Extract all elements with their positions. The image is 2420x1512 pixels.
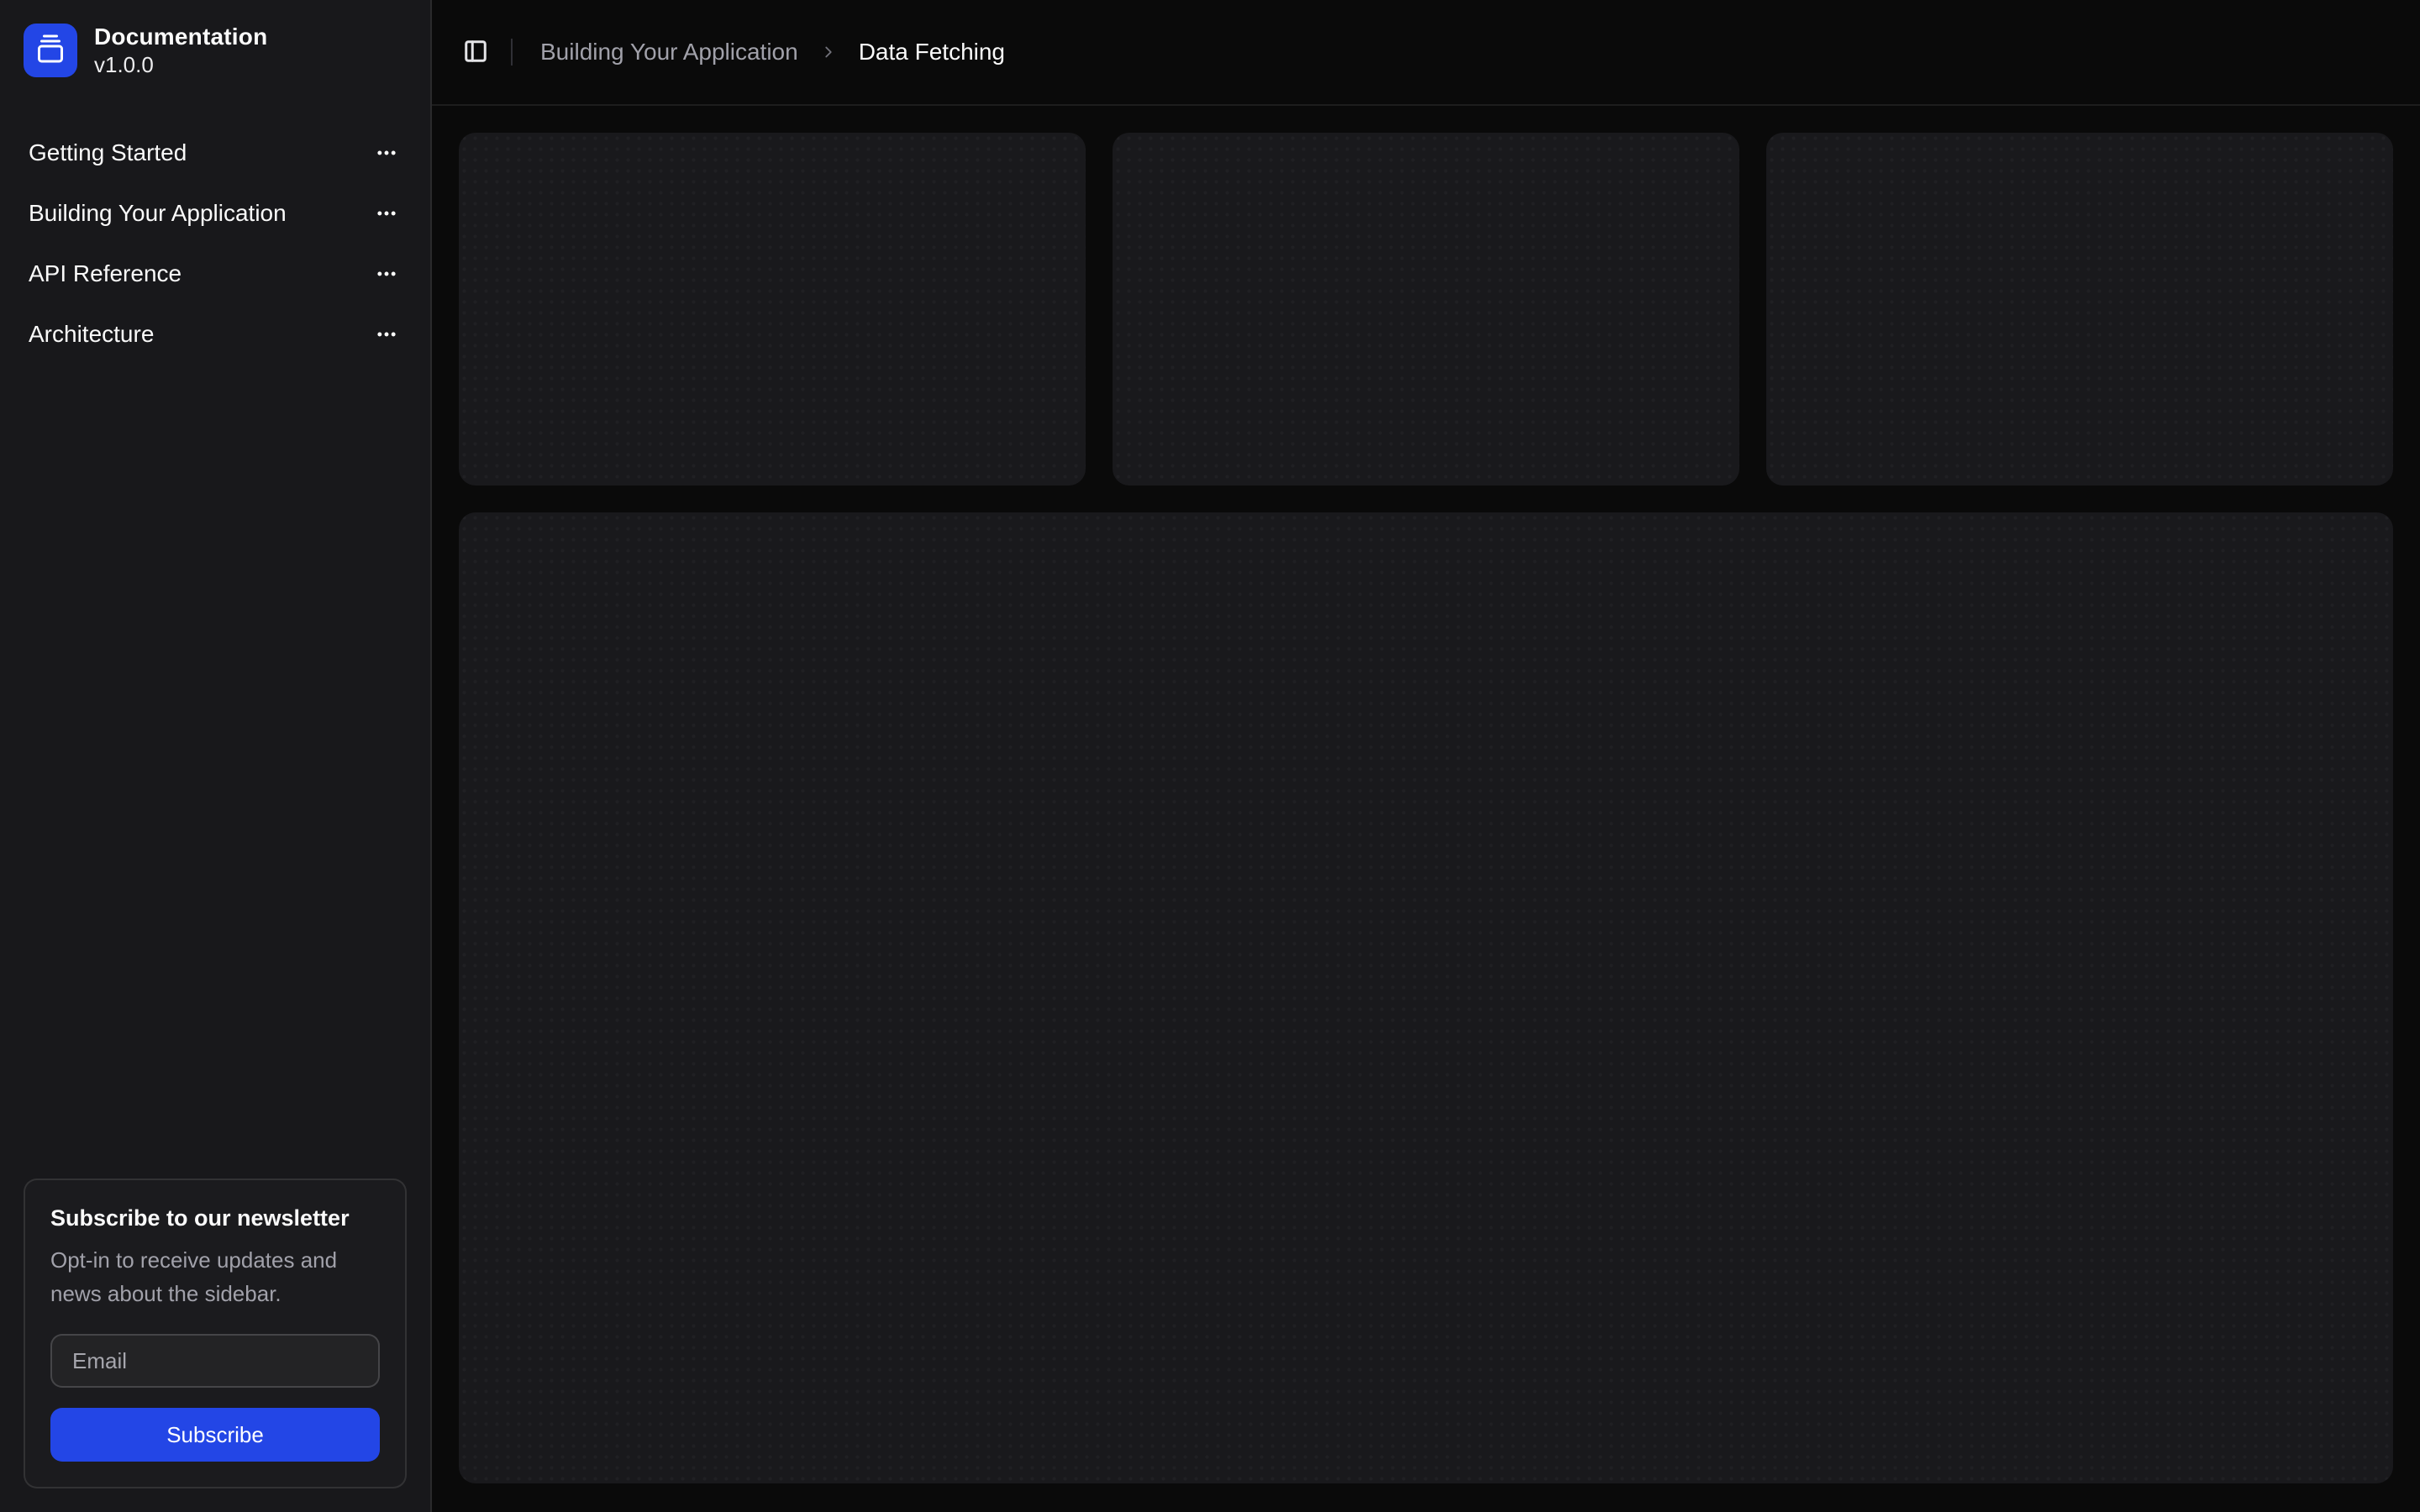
subscribe-button[interactable]: Subscribe bbox=[50, 1408, 380, 1462]
ellipsis-icon[interactable] bbox=[371, 198, 402, 228]
breadcrumb-parent-link[interactable]: Building Your Application bbox=[540, 39, 798, 66]
placeholder-card bbox=[1766, 133, 2393, 486]
main-header: Building Your Application Data Fetching bbox=[432, 0, 2420, 106]
sidebar-app-button[interactable]: Documentation v1.0.0 bbox=[13, 13, 417, 87]
placeholder-panel bbox=[459, 512, 2393, 1483]
breadcrumb: Building Your Application Data Fetching bbox=[540, 39, 1005, 66]
ellipsis-icon[interactable] bbox=[371, 138, 402, 168]
gallery-vertical-end-icon bbox=[35, 34, 66, 68]
chevron-right-icon bbox=[819, 43, 838, 61]
sidebar-footer: Subscribe to our newsletter Opt-in to re… bbox=[13, 1179, 417, 1499]
sidebar-toggle-button[interactable] bbox=[452, 29, 499, 76]
app-title: Documentation bbox=[94, 25, 267, 49]
sidebar-app-title-block: Documentation v1.0.0 bbox=[94, 25, 267, 76]
newsletter-description: Opt-in to receive updates and news about… bbox=[50, 1243, 380, 1310]
sidebar-item-label: Building Your Application bbox=[29, 200, 287, 227]
ellipsis-icon[interactable] bbox=[371, 319, 402, 349]
header-separator bbox=[511, 39, 513, 66]
app-root: Documentation v1.0.0 Getting Started Bui… bbox=[0, 0, 2420, 1512]
placeholder-cards-row bbox=[459, 133, 2393, 486]
sidebar-item-getting-started[interactable]: Getting Started bbox=[13, 126, 417, 180]
newsletter-card: Subscribe to our newsletter Opt-in to re… bbox=[24, 1179, 407, 1488]
sidebar-item-api-reference[interactable]: API Reference bbox=[13, 247, 417, 301]
sidebar-item-label: Getting Started bbox=[29, 139, 187, 166]
sidebar-item-label: Architecture bbox=[29, 321, 154, 348]
sidebar-item-label: API Reference bbox=[29, 260, 182, 287]
page-content bbox=[432, 106, 2420, 1512]
sidebar-menu: Getting Started Building Your Applicatio… bbox=[13, 126, 417, 361]
main-area: Building Your Application Data Fetching bbox=[432, 0, 2420, 1512]
app-logo bbox=[24, 24, 77, 77]
placeholder-card bbox=[459, 133, 1086, 486]
sidebar-item-building-your-application[interactable]: Building Your Application bbox=[13, 186, 417, 240]
panel-left-icon bbox=[463, 39, 488, 66]
app-version: v1.0.0 bbox=[94, 54, 267, 76]
breadcrumb-current-page: Data Fetching bbox=[859, 39, 1005, 66]
sidebar: Documentation v1.0.0 Getting Started Bui… bbox=[0, 0, 432, 1512]
ellipsis-icon[interactable] bbox=[371, 259, 402, 289]
sidebar-item-architecture[interactable]: Architecture bbox=[13, 307, 417, 361]
email-field[interactable] bbox=[50, 1334, 380, 1388]
newsletter-title: Subscribe to our newsletter bbox=[50, 1205, 380, 1231]
placeholder-card bbox=[1113, 133, 1739, 486]
